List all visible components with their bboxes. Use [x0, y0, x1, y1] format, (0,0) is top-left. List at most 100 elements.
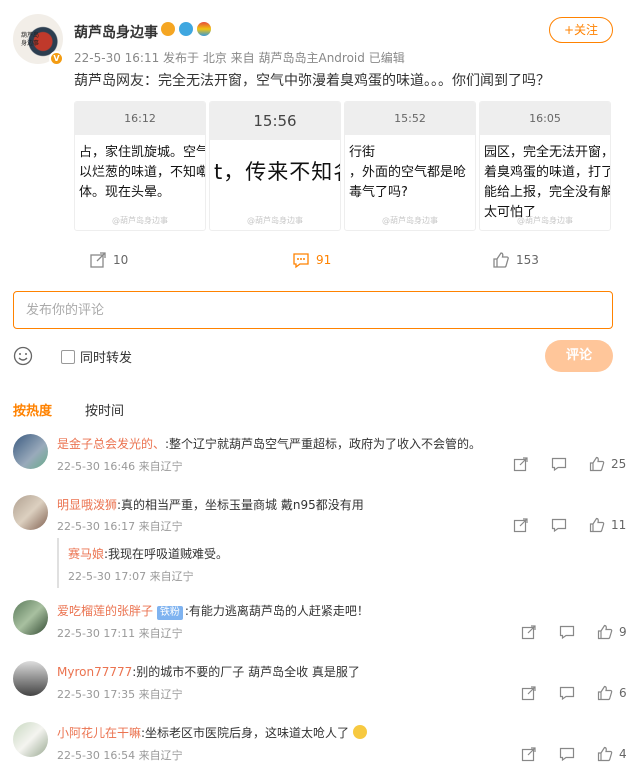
comment-like-count: 6: [619, 686, 627, 700]
emoji-button[interactable]: [13, 346, 33, 370]
comment-actions: 25: [513, 456, 626, 472]
commenter-avatar[interactable]: [13, 434, 48, 469]
rainbow-icon[interactable]: [197, 22, 211, 36]
comment-like-count: 25: [611, 457, 627, 471]
comment-reply-icon[interactable]: [559, 624, 575, 640]
comment-like-icon: [597, 746, 613, 762]
comment-actions: 6: [521, 685, 627, 701]
user-badges: [161, 22, 211, 36]
commenter-name[interactable]: 明显哦泼狮: [57, 498, 117, 512]
post-image[interactable]: 16:05 园区，完全无法开窗， 着臭鸡蛋的味道，打了 能给上报，完全没有解 太…: [479, 101, 611, 231]
avatar-text: 葫芦岛身边事: [21, 32, 40, 47]
post-text: 葫芦岛网友：完全无法开窗，空气中弥漫着臭鸡蛋的味道。。。你们闻到了吗？: [74, 73, 550, 89]
comment-like-icon: [589, 517, 605, 533]
poster-username[interactable]: 葫芦岛身边事: [74, 22, 158, 42]
comment-like-button[interactable]: 11: [589, 517, 626, 533]
image-time: 16:12: [75, 102, 205, 135]
comment-like-count: 9: [619, 625, 627, 639]
comment-like-count: 11: [611, 518, 627, 532]
comment-text: :真的相当严重，坐标玉量商城 戴n95都没有用: [117, 498, 364, 512]
post-image[interactable]: 15:52 行街 ，外面的空气都是呛 毒气了吗? @葫芦岛身边事: [344, 101, 476, 231]
commenter-name[interactable]: 是金子总会发光的、: [57, 437, 165, 451]
image-watermark: @葫芦岛身边事: [517, 216, 573, 225]
image-watermark: @葫芦岛身边事: [382, 216, 438, 225]
image-watermark: @葫芦岛身边事: [247, 216, 303, 225]
comment-reply-icon[interactable]: [559, 746, 575, 762]
image-text: 行街 ，外面的空气都是呛 毒气了吗?: [349, 145, 467, 200]
comment-text-line: Myron77777:别的城市不要的厂子 葫芦岛全收 真是服了: [57, 663, 360, 680]
comment-text: :坐标老区市医院后身，这味道太呛人了: [141, 726, 350, 740]
comment-reply-icon[interactable]: [551, 517, 567, 533]
comment-like-button[interactable]: 6: [597, 685, 627, 701]
commenter-avatar[interactable]: [13, 495, 48, 530]
comment-like-count: 4: [619, 747, 627, 761]
comment-text-line: 是金子总会发光的、:整个辽宁就葫芦岛空气严重超标，政府为了收入不会管的。: [57, 435, 481, 452]
commenter-avatar[interactable]: [13, 661, 48, 696]
comment-meta: 22-5-30 16:46 来自辽宁: [57, 460, 183, 473]
post-image[interactable]: 16:12 占，家住凯旋城。空气 以烂葱的味道，不知嘞 体。现在头晕。 @葫芦岛…: [74, 101, 206, 231]
comment-meta: 22-5-30 17:35 来自辽宁: [57, 688, 183, 701]
submit-comment-button[interactable]: 评论: [545, 340, 613, 372]
comment-like-button[interactable]: 4: [597, 746, 627, 762]
comment-actions: 4: [521, 746, 627, 762]
commenter-name[interactable]: Myron77777: [57, 665, 132, 679]
comment-share-icon[interactable]: [513, 517, 529, 533]
earth-icon[interactable]: [179, 22, 193, 36]
verified-badge-icon: V: [49, 51, 64, 66]
follow-button[interactable]: +关注: [549, 17, 613, 43]
checkbox-box[interactable]: [61, 349, 75, 364]
comment-like-button[interactable]: 25: [589, 456, 626, 472]
comment-share-icon[interactable]: [521, 624, 537, 640]
reply-text: :我现在呼吸道贼难受。: [104, 547, 229, 561]
comment-share-icon[interactable]: [521, 746, 537, 762]
emoji-icon: [352, 725, 367, 739]
tab-time[interactable]: 按时间: [85, 400, 124, 419]
repost-label: 同时转发: [80, 351, 133, 366]
comment-like-icon: [597, 685, 613, 701]
comment-meta: 22-5-30 16:17 来自辽宁: [57, 520, 183, 533]
post-image[interactable]: 15:56 t，传来不知名 @葫芦岛身边事: [209, 101, 341, 231]
image-watermark: @葫芦岛身边事: [112, 216, 168, 225]
comment-share-icon[interactable]: [513, 456, 529, 472]
commenter-name[interactable]: 小阿花儿在干嘛: [57, 726, 141, 740]
post-meta: 22-5-30 16:11 发布于 北京 来自 葫芦岛岛主Android 已编辑: [74, 51, 405, 65]
comment-text-line: 小阿花儿在干嘛:坐标老区市医院后身，这味道太呛人了: [57, 724, 367, 741]
comment-count: 91: [316, 253, 332, 267]
commenter-avatar[interactable]: [13, 600, 48, 635]
tab-hot[interactable]: 按热度: [13, 400, 52, 419]
reply-name[interactable]: 赛马娘: [68, 547, 104, 561]
comment-reply-icon[interactable]: [559, 685, 575, 701]
comment-reply-icon[interactable]: [551, 456, 567, 472]
commenter-name[interactable]: 爱吃榴莲的张胖子: [57, 604, 153, 618]
image-time: 15:56: [210, 102, 340, 140]
repost-icon: [90, 252, 106, 268]
commenter-avatar[interactable]: [13, 722, 48, 757]
reply-thread: 赛马娘:我现在呼吸道贼难受。 22-5-30 17:07 来自辽宁: [57, 538, 613, 588]
smile-icon: [13, 346, 33, 366]
repost-checkbox[interactable]: 同时转发: [61, 347, 132, 366]
comment-button[interactable]: 91: [292, 251, 331, 269]
image-time: 15:52: [345, 102, 475, 135]
comment-text: :整个辽宁就葫芦岛空气严重超标，政府为了收入不会管的。: [165, 437, 482, 451]
image-text: 园区，完全无法开窗， 着臭鸡蛋的味道，打了 能给上报，完全没有解 太可怕了: [484, 145, 611, 220]
comment-icon: [293, 253, 309, 269]
comment-text-line: 爱吃榴莲的张胖子 铁粉:有能力逃离葫芦岛的人赶紧走吧！: [57, 602, 369, 620]
comment-actions: 9: [521, 624, 627, 640]
fan-badge: 铁粉: [156, 606, 183, 620]
comment-like-button[interactable]: 9: [597, 624, 627, 640]
comment-like-icon: [597, 624, 613, 640]
comment-actions: 11: [513, 517, 626, 533]
image-time: 16:05: [480, 102, 610, 135]
like-button[interactable]: 153: [492, 251, 539, 269]
image-text: 占，家住凯旋城。空气 以烂葱的味道，不知嘞 体。现在头晕。: [79, 145, 206, 200]
comment-meta: 22-5-30 16:54 来自辽宁: [57, 749, 183, 762]
comment-input[interactable]: [13, 291, 613, 329]
repost-count: 10: [113, 253, 129, 267]
post-images: 16:12 占，家住凯旋城。空气 以烂葱的味道，不知嘞 体。现在头晕。 @葫芦岛…: [74, 101, 611, 231]
fan-level-icon[interactable]: [161, 22, 175, 36]
repost-button[interactable]: 10: [89, 251, 128, 269]
comment-text: :有能力逃离葫芦岛的人赶紧走吧！: [184, 604, 369, 618]
comment-share-icon[interactable]: [521, 685, 537, 701]
comment-text-line: 明显哦泼狮:真的相当严重，坐标玉量商城 戴n95都没有用: [57, 496, 364, 513]
image-text: t，传来不知名: [214, 160, 340, 184]
